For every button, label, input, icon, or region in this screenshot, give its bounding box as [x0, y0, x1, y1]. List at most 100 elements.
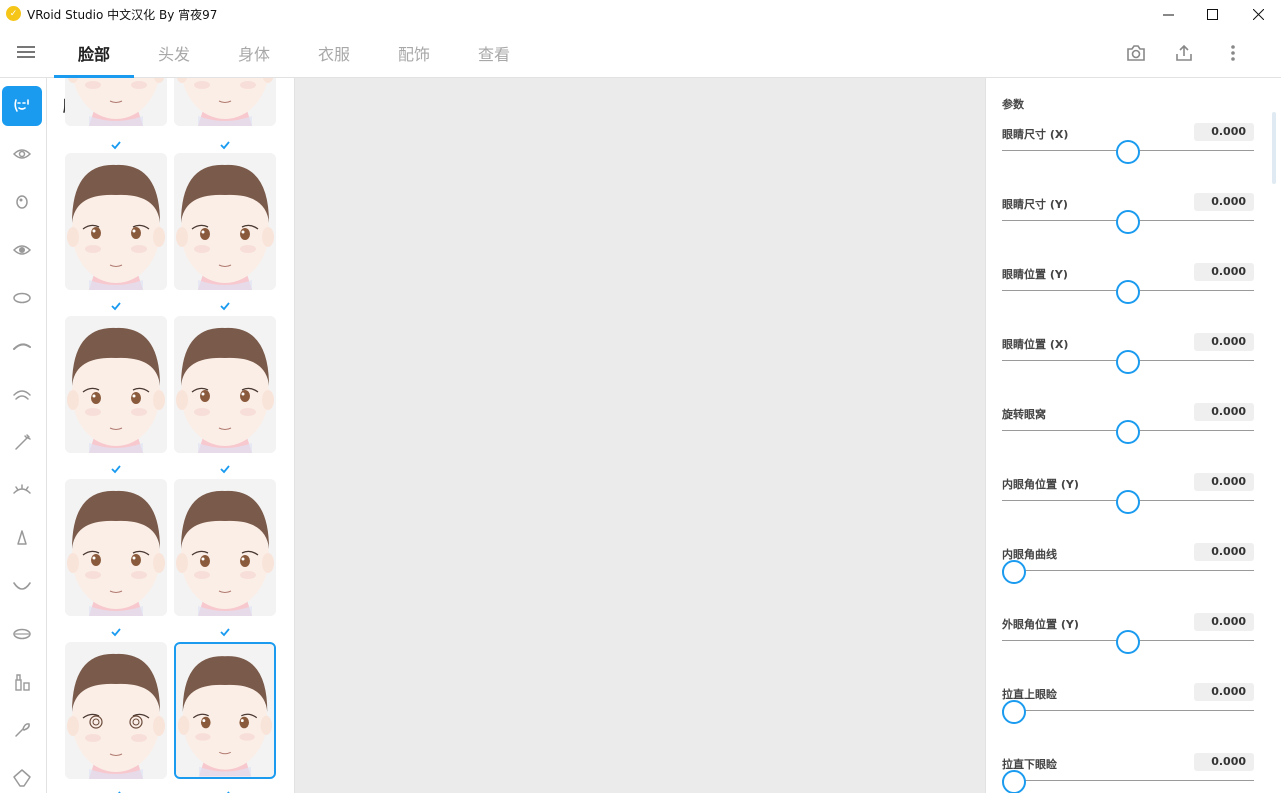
face-shape-preset-panel: 脸型 [47, 78, 295, 793]
brush-icon [15, 723, 30, 737]
sidebar-item-face[interactable] [2, 86, 42, 126]
param-label: 眼睛尺寸 (X) [1002, 128, 1069, 141]
param-row: 内眼角位置 (Y) 0.000 [1002, 473, 1254, 546]
tab-hair[interactable]: 头发 [134, 28, 214, 77]
slider-handle[interactable] [1116, 280, 1140, 304]
preset-thumbnail[interactable] [65, 479, 167, 616]
slider-handle[interactable] [1116, 490, 1140, 514]
slider-track[interactable] [1002, 780, 1254, 781]
tab-view[interactable]: 查看 [454, 28, 534, 77]
slider-track[interactable] [1002, 570, 1254, 571]
tab-accessories[interactable]: 配饰 [374, 28, 454, 77]
tab-face[interactable]: 脸部 [54, 28, 134, 78]
nose-icon [17, 530, 27, 545]
param-value-field[interactable]: 0.000 [1194, 263, 1254, 281]
params-scrollbar[interactable] [1272, 112, 1276, 184]
param-row: 旋转眼窝 0.000 [1002, 403, 1254, 476]
preset-thumbnail[interactable] [174, 479, 276, 616]
preset-check-icon [219, 296, 231, 311]
slider-track[interactable] [1002, 710, 1254, 711]
preset-check-icon [219, 459, 231, 474]
mouth-icon [13, 582, 31, 590]
eyelash-icon [15, 434, 31, 450]
close-button[interactable] [1235, 0, 1281, 28]
camera-icon [1127, 45, 1145, 61]
face-outline-icon [13, 769, 31, 787]
sidebar-item-nose[interactable] [2, 518, 42, 558]
more-button[interactable] [1218, 38, 1248, 68]
param-row: 拉直上眼睑 0.000 [1002, 683, 1254, 756]
preset-check-icon [219, 135, 231, 150]
slider-handle[interactable] [1116, 630, 1140, 654]
window-title: VRoid Studio 中文汉化 By 宵夜97 [27, 8, 218, 22]
menu-button[interactable] [12, 38, 40, 66]
slider-handle[interactable] [1002, 700, 1026, 724]
param-value-field[interactable]: 0.000 [1194, 753, 1254, 771]
preset-check-icon [110, 622, 122, 637]
camera-button[interactable] [1121, 38, 1151, 68]
param-row: 眼睛尺寸 (X) 0.000 [1002, 123, 1254, 196]
param-row: 内眼角曲线 0.000 [1002, 543, 1254, 616]
param-value-field[interactable]: 0.000 [1194, 193, 1254, 211]
sidebar-item-eyeline[interactable] [2, 470, 42, 510]
param-value-field[interactable]: 0.000 [1194, 473, 1254, 491]
param-row: 眼睛位置 (X) 0.000 [1002, 333, 1254, 406]
eye-icon [12, 149, 32, 159]
close-icon [1252, 8, 1264, 20]
sidebar-item-eyelid[interactable] [2, 374, 42, 414]
minimize-button[interactable] [1145, 0, 1191, 28]
param-label: 眼睛位置 (Y) [1002, 268, 1068, 281]
sidebar-item-iris[interactable] [2, 182, 42, 222]
preset-thumbnail[interactable] [65, 642, 167, 779]
top-nav: 脸部 头发 身体 衣服 配饰 查看 [0, 28, 1281, 78]
sidebar-item-mouth[interactable] [2, 566, 42, 606]
param-value-field[interactable]: 0.000 [1194, 403, 1254, 421]
sidebar-item-eyelash[interactable] [2, 422, 42, 462]
slider-handle[interactable] [1002, 770, 1026, 793]
face-icon [14, 99, 29, 112]
sidebar-item-teeth[interactable] [2, 614, 42, 654]
sidebar-item-eye-white[interactable] [2, 278, 42, 318]
tab-outfit[interactable]: 衣服 [294, 28, 374, 77]
sidebar-item-eyebrow[interactable] [2, 326, 42, 366]
param-value-field[interactable]: 0.000 [1194, 543, 1254, 561]
slider-handle[interactable] [1002, 560, 1026, 584]
param-row: 眼睛尺寸 (Y) 0.000 [1002, 193, 1254, 266]
tab-body[interactable]: 身体 [214, 28, 294, 77]
preset-check-icon [219, 785, 231, 793]
preset-thumbnail[interactable] [174, 316, 276, 453]
eye-white-icon [13, 292, 31, 304]
slider-handle[interactable] [1116, 210, 1140, 234]
slider-handle[interactable] [1116, 350, 1140, 374]
param-value-field[interactable]: 0.000 [1194, 333, 1254, 351]
model-viewport[interactable] [295, 78, 985, 793]
preset-check-icon [110, 296, 122, 311]
slider-handle[interactable] [1116, 420, 1140, 444]
param-value-field[interactable]: 0.000 [1194, 683, 1254, 701]
param-row: 眼睛位置 (Y) 0.000 [1002, 263, 1254, 336]
sidebar-item-face-outline[interactable] [2, 758, 42, 798]
preset-thumbnail[interactable] [65, 78, 167, 126]
sidebar-item-eye-highlight[interactable] [2, 230, 42, 270]
slider-handle[interactable] [1116, 140, 1140, 164]
teeth-icon [13, 628, 31, 640]
param-value-field[interactable]: 0.000 [1194, 123, 1254, 141]
sidebar-item-eye[interactable] [2, 134, 42, 174]
sidebar-item-makeup[interactable] [2, 662, 42, 702]
export-button[interactable] [1169, 38, 1199, 68]
preset-thumbnail[interactable] [174, 642, 276, 779]
maximize-button[interactable] [1189, 0, 1235, 28]
sidebar-item-brush[interactable] [2, 710, 42, 750]
param-row: 外眼角位置 (Y) 0.000 [1002, 613, 1254, 686]
preset-thumbnail[interactable] [65, 316, 167, 453]
minimize-icon [1162, 14, 1174, 15]
eyebrow-icon [13, 343, 31, 350]
preset-thumbnail[interactable] [174, 78, 276, 126]
param-label: 旋转眼窝 [1002, 408, 1046, 421]
app-logo-icon: ✓ [6, 6, 21, 21]
makeup-icon [15, 674, 30, 691]
param-value-field[interactable]: 0.000 [1194, 613, 1254, 631]
preset-thumbnail[interactable] [65, 153, 167, 290]
preset-check-icon [219, 622, 231, 637]
preset-thumbnail[interactable] [174, 153, 276, 290]
